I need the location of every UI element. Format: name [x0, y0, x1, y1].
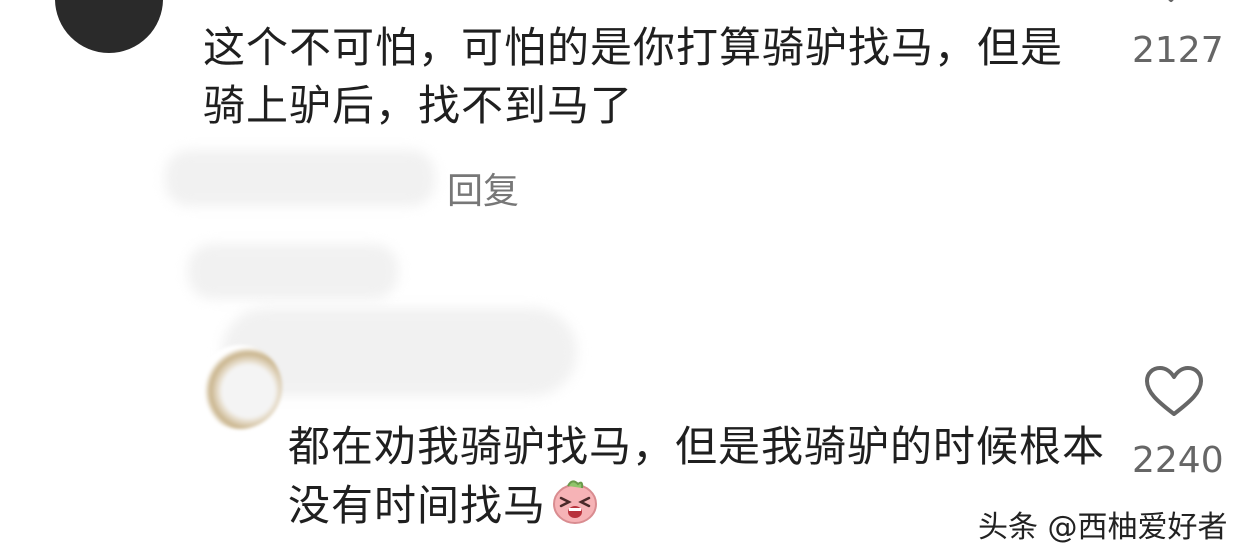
like-count: 2240	[1132, 440, 1224, 481]
avatar[interactable]	[55, 0, 163, 53]
comment-text: 这个不可怕，可怕的是你打算骑驴找马，但是骑上驴后，找不到马了	[203, 23, 1064, 130]
avatar[interactable]	[198, 345, 282, 429]
laughing-crying-face-icon	[550, 476, 600, 541]
reply-button[interactable]: 回复	[447, 162, 519, 214]
like-count: 2127	[1132, 30, 1224, 71]
blurred-username	[188, 244, 398, 299]
blurred-username	[165, 150, 435, 206]
heart-outline-icon[interactable]	[1148, 0, 1194, 8]
heart-outline-icon[interactable]	[1143, 364, 1205, 420]
watermark: 头条 @西柚爱好者	[978, 510, 1228, 545]
